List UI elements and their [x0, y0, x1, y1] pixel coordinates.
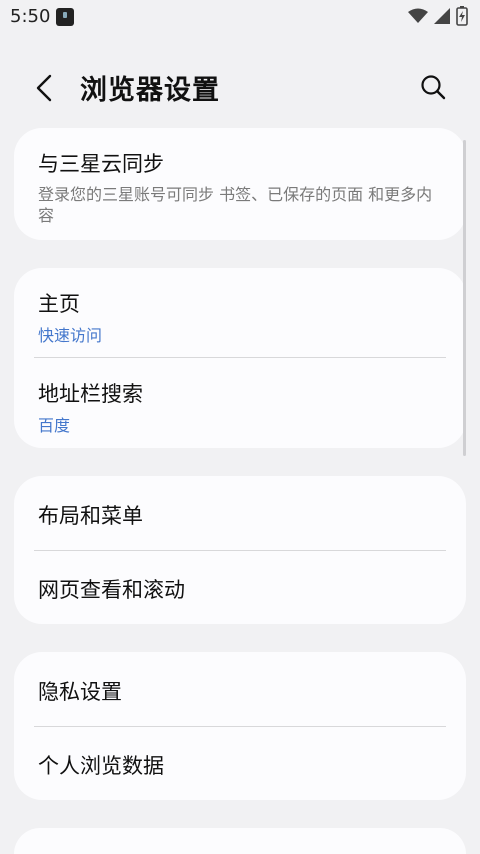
sync-row[interactable]: 与三星云同步 登录您的三星账号可同步 书签、已保存的页面 和更多内容 [14, 128, 466, 226]
search-icon [421, 75, 446, 100]
next-card-partial [14, 828, 466, 854]
search-button[interactable] [416, 70, 452, 106]
privacy-title: 隐私设置 [38, 680, 122, 704]
app-bar: 浏览器设置 [0, 52, 480, 122]
home-title: 主页 [38, 292, 80, 316]
battery-charging-icon [456, 6, 468, 26]
address-sub: 百度 [38, 416, 71, 435]
sync-card: 与三星云同步 登录您的三星账号可同步 书签、已保存的页面 和更多内容 [14, 128, 466, 240]
address-title: 地址栏搜索 [38, 382, 143, 406]
layout-title: 布局和菜单 [38, 504, 143, 528]
layout-row[interactable]: 布局和菜单 [14, 476, 466, 550]
privacy-card: 隐私设置 个人浏览数据 [14, 652, 466, 800]
personal-row[interactable]: 个人浏览数据 [14, 726, 466, 800]
sync-title: 与三星云同步 [38, 152, 164, 176]
home-sub: 快速访问 [38, 326, 103, 345]
privacy-row[interactable]: 隐私设置 [14, 652, 466, 726]
home-row[interactable]: 主页 快速访问 [14, 268, 466, 358]
webview-row[interactable]: 网页查看和滚动 [14, 550, 466, 624]
status-bar: 5:50 [0, 0, 480, 34]
back-button[interactable] [26, 70, 66, 110]
layout-card: 布局和菜单 网页查看和滚动 [14, 476, 466, 624]
chevron-left-icon [36, 74, 52, 102]
personal-title: 个人浏览数据 [38, 754, 164, 778]
notification-app-icon [56, 8, 74, 26]
home-address-card: 主页 快速访问 地址栏搜索 百度 [14, 268, 466, 448]
sync-desc: 登录您的三星账号可同步 书签、已保存的页面 和更多内容 [38, 185, 433, 225]
cell-signal-icon [434, 8, 450, 24]
address-row[interactable]: 地址栏搜索 百度 [14, 358, 466, 448]
status-time: 5:50 [10, 6, 51, 27]
scrollbar[interactable] [463, 140, 466, 456]
webview-title: 网页查看和滚动 [38, 578, 185, 602]
wifi-icon [408, 8, 428, 23]
page-title: 浏览器设置 [80, 75, 220, 106]
status-icons [408, 6, 468, 26]
